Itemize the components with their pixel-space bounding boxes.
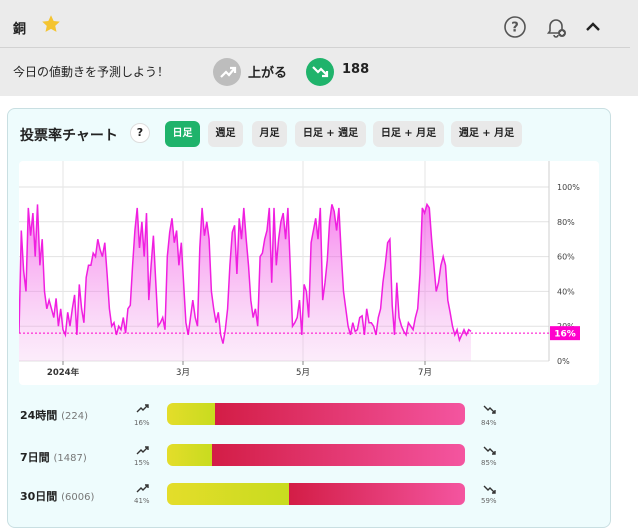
x-tick-label: 7月 (418, 368, 432, 378)
stat-count-24h: (224) (61, 411, 89, 422)
vote-rate-chart: 100%80%60%40%20%0%2024年3月5月7月16% (18, 161, 599, 385)
vote-rate-card: 投票率チャート ? 日足 週足 月足 日足 + 週足 日足 + 月足 週足 + … (7, 108, 611, 528)
stat-bar-down (289, 483, 465, 505)
chart-help-button[interactable]: ? (130, 123, 150, 143)
vote-down-count: 188 (342, 62, 370, 77)
tab-daily-weekly[interactable]: 日足 + 週足 (295, 121, 366, 147)
stat-count-7d: (1487) (53, 453, 87, 464)
stat-bar-7d (167, 444, 465, 466)
stat-count-30d: (6006) (61, 492, 95, 503)
tab-weekly-monthly[interactable]: 週足 + 月足 (451, 121, 522, 147)
bell-plus-icon[interactable] (544, 15, 568, 39)
trend-down-icon (483, 405, 496, 414)
stat-bar-up (167, 483, 290, 505)
stat-bar-down (211, 444, 465, 466)
stat-bar-up (167, 403, 215, 425)
current-value-label: 16% (554, 330, 576, 340)
tab-monthly[interactable]: 月足 (252, 121, 287, 147)
y-tick-label: 0% (557, 357, 570, 366)
stat-label-24h: 24時間 (224) (20, 409, 89, 422)
stat-bar-down (214, 403, 465, 425)
y-tick-label: 100% (557, 183, 580, 192)
y-tick-label: 40% (557, 287, 575, 296)
x-tick-label: 5月 (296, 368, 310, 378)
stat-up-pct-24h: 16% (134, 419, 150, 427)
page-title: 銅 (13, 22, 27, 37)
x-tick-label: 2024年 (47, 367, 80, 378)
prediction-bar: 今日の値動きを予測しよう！ 上がる 188 (0, 48, 630, 90)
tab-daily[interactable]: 日足 (165, 121, 200, 147)
vote-up-button[interactable] (213, 58, 241, 86)
tab-weekly[interactable]: 週足 (208, 121, 243, 147)
stat-up-pct-7d: 15% (134, 459, 150, 467)
tab-daily-monthly[interactable]: 日足 + 月足 (373, 121, 444, 147)
stat-label-7d: 7日間 (1487) (20, 451, 87, 464)
x-tick-label: 3月 (176, 368, 190, 378)
stat-down-pct-7d: 85% (481, 459, 497, 467)
top-bar: 銅 ? 今日の値動きを予測しよう！ 上がる 188 (0, 0, 638, 96)
star-icon[interactable] (40, 13, 62, 35)
trend-up-icon (136, 446, 149, 455)
stat-down-pct-30d: 59% (481, 497, 497, 505)
y-tick-label: 60% (557, 253, 575, 262)
trend-up-icon (136, 484, 149, 493)
chevron-up-icon[interactable] (581, 15, 605, 39)
svg-text:?: ? (511, 21, 519, 36)
stat-down-pct-24h: 84% (481, 419, 497, 427)
chart-svg: 100%80%60%40%20%0%2024年3月5月7月16% (18, 161, 580, 378)
help-circle-icon[interactable]: ? (503, 15, 527, 39)
stat-bar-30d (167, 483, 465, 505)
chart-title: 投票率チャート (20, 128, 118, 144)
y-tick-label: 80% (557, 218, 575, 227)
trend-up-icon (220, 66, 237, 78)
trend-up-icon (136, 404, 149, 413)
stat-label-30d: 30日間 (6006) (20, 490, 95, 503)
header: 銅 ? (0, 6, 630, 48)
trend-down-icon (483, 485, 496, 494)
prediction-prompt: 今日の値動きを予測しよう！ (13, 65, 170, 79)
trend-down-icon (483, 446, 496, 455)
stat-up-pct-30d: 41% (134, 497, 150, 505)
vote-down-button[interactable] (306, 58, 334, 86)
vote-up-label[interactable]: 上がる (248, 62, 287, 81)
stat-bar-24h (167, 403, 465, 425)
stat-bar-up (167, 444, 212, 466)
trend-down-icon (312, 66, 329, 78)
